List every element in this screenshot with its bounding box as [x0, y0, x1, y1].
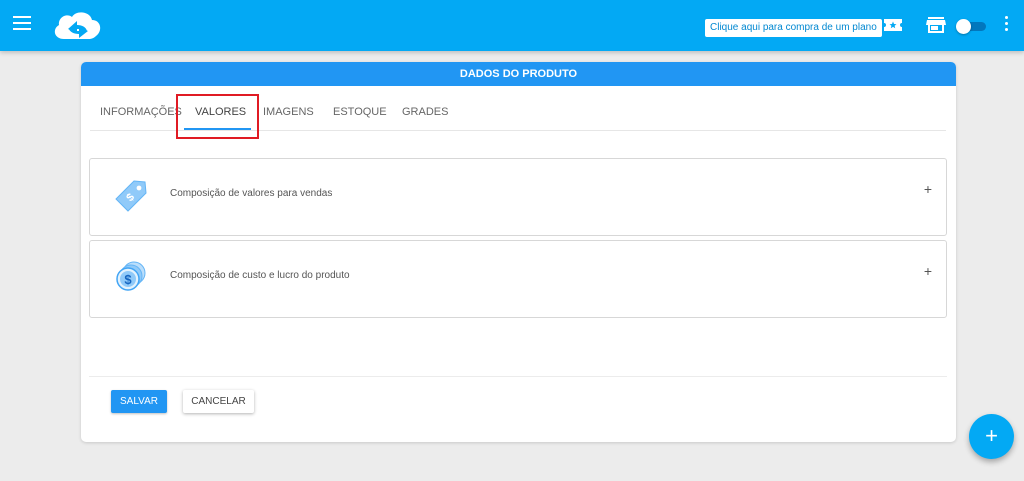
- menu-icon[interactable]: [13, 16, 31, 34]
- footer-divider: [89, 376, 947, 377]
- price-tag-icon: $: [115, 180, 147, 212]
- tab-estoque[interactable]: ESTOQUE: [333, 106, 387, 118]
- buy-plan-button[interactable]: Clique aqui para compra de um plano: [705, 19, 882, 37]
- save-button[interactable]: SALVAR: [111, 390, 167, 413]
- toggle-knob: [956, 19, 971, 34]
- expand-plus-icon[interactable]: +: [924, 263, 932, 279]
- tab-grades[interactable]: GRADES: [402, 106, 448, 118]
- top-app-bar: Clique aqui para compra de um plano: [0, 0, 1024, 51]
- cancel-button[interactable]: CANCELAR: [183, 390, 254, 413]
- panel-title: Composição de valores para vendas: [170, 188, 333, 199]
- cost-profit-panel[interactable]: $ Composição de custo e lucro do produto…: [89, 240, 947, 318]
- card-title: DADOS DO PRODUTO: [81, 62, 956, 86]
- expand-plus-icon[interactable]: +: [924, 181, 932, 197]
- mode-toggle[interactable]: [956, 19, 986, 34]
- svg-text:$: $: [124, 272, 132, 287]
- store-icon[interactable]: [926, 16, 946, 34]
- add-fab-button[interactable]: +: [969, 414, 1014, 459]
- product-data-card: DADOS DO PRODUTO INFORMAÇÕES VALORES IMA…: [81, 62, 956, 442]
- tab-highlight-box: [176, 94, 259, 139]
- ticket-icon[interactable]: [883, 17, 903, 33]
- coins-icon: $: [116, 261, 146, 291]
- cloud-logo-icon[interactable]: [50, 9, 104, 43]
- more-vertical-icon[interactable]: [1002, 16, 1010, 36]
- tab-informacoes[interactable]: INFORMAÇÕES: [100, 106, 182, 118]
- panel-title: Composição de custo e lucro do produto: [170, 270, 350, 281]
- tab-imagens[interactable]: IMAGENS: [263, 106, 314, 118]
- sales-values-panel[interactable]: $ Composição de valores para vendas +: [89, 158, 947, 236]
